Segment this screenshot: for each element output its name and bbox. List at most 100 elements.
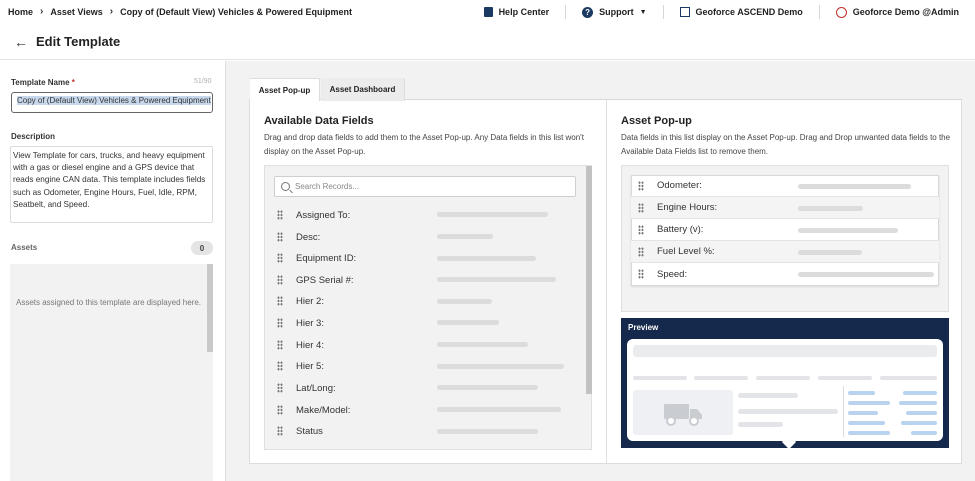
field-label: Hier 3: xyxy=(296,317,324,329)
field-label: Fuel Level %: xyxy=(657,246,715,257)
placeholder-bar xyxy=(437,212,548,217)
assets-label: Assets xyxy=(11,243,38,252)
preview-field-bar xyxy=(848,421,885,425)
tab-asset-popup[interactable]: Asset Pop-up xyxy=(250,78,320,101)
available-field-row[interactable]: Hier 2: xyxy=(277,293,324,309)
drag-handle-icon[interactable] xyxy=(277,232,283,242)
drag-handle-icon[interactable] xyxy=(277,210,283,220)
popup-fields-description: Data fields in this list display on the … xyxy=(621,133,951,156)
drag-handle-icon[interactable] xyxy=(277,361,283,371)
drag-handle-icon[interactable] xyxy=(277,275,283,285)
support-menu[interactable]: ? Support ▼ xyxy=(565,5,662,19)
preview-tab-bar xyxy=(694,376,748,380)
user-menu[interactable]: Geoforce Demo @Admin xyxy=(818,5,975,19)
drag-handle-icon[interactable] xyxy=(277,383,283,393)
org-label: Geoforce ASCEND Demo xyxy=(695,7,803,17)
preview-tab-bar xyxy=(756,376,810,380)
preview-tab-bar xyxy=(880,376,937,380)
popup-field-row[interactable]: Fuel Level %: xyxy=(631,241,939,263)
available-field-row[interactable]: Lat/Long: xyxy=(277,380,336,396)
placeholder-bar xyxy=(437,256,536,261)
breadcrumb: Home › Asset Views › Copy of (Default Vi… xyxy=(8,6,352,17)
placeholder-bar xyxy=(437,385,538,390)
drag-handle-icon[interactable] xyxy=(638,269,644,279)
preview-field-bar xyxy=(899,401,937,405)
drag-handle-icon[interactable] xyxy=(638,202,644,213)
org-switcher[interactable]: Geoforce ASCEND Demo xyxy=(662,5,819,19)
column-divider xyxy=(606,100,607,464)
available-field-row[interactable]: Equipment ID: xyxy=(277,250,356,266)
template-name-input[interactable]: Copy of (Default View) Vehicles & Powere… xyxy=(11,92,213,113)
drag-handle-icon[interactable] xyxy=(277,405,283,415)
field-label: Engine Hours: xyxy=(657,202,718,213)
placeholder-bar xyxy=(437,277,556,282)
field-label: Speed: xyxy=(657,268,688,280)
preview-field-bar xyxy=(848,391,875,395)
preview-text-bar xyxy=(738,393,798,398)
drag-handle-icon[interactable] xyxy=(277,340,283,350)
field-label: Odometer: xyxy=(657,180,702,191)
drag-handle-icon[interactable] xyxy=(638,246,644,257)
placeholder-bar xyxy=(437,364,564,369)
truck-icon xyxy=(664,404,702,426)
field-label: Make/Model: xyxy=(296,404,351,416)
preview-text-bar xyxy=(738,422,783,427)
field-label: GPS Serial #: xyxy=(296,274,354,286)
drag-handle-icon[interactable] xyxy=(638,224,644,235)
available-field-row[interactable]: Hier 5: xyxy=(277,358,324,374)
drag-handle-icon[interactable] xyxy=(277,318,283,328)
placeholder-bar xyxy=(437,342,528,347)
preview-separator xyxy=(843,386,844,437)
available-field-row[interactable]: GPS Serial #: xyxy=(277,272,354,288)
user-label: Geoforce Demo @Admin xyxy=(852,7,959,17)
popup-field-row[interactable]: Engine Hours: xyxy=(631,197,939,219)
drag-handle-icon[interactable] xyxy=(277,253,283,263)
field-label: Hier 5: xyxy=(296,360,324,372)
preview-tab-bar xyxy=(633,376,687,380)
available-field-row[interactable]: Desc: xyxy=(277,229,320,245)
user-icon xyxy=(835,6,847,18)
preview-header-bar xyxy=(633,345,937,357)
field-label: Hier 2: xyxy=(296,295,324,307)
breadcrumb-asset-views[interactable]: Asset Views xyxy=(50,7,102,17)
preview-field-bar xyxy=(911,431,937,435)
available-field-row[interactable]: Assigned To: xyxy=(277,207,350,223)
available-field-row[interactable]: Hier 4: xyxy=(277,337,324,353)
tab-asset-dashboard[interactable]: Asset Dashboard xyxy=(321,78,405,101)
preview-field-bar xyxy=(901,421,937,425)
assets-scrollbar[interactable] xyxy=(207,264,213,352)
preview-field-bar xyxy=(903,391,937,395)
description-textarea[interactable]: View Template for cars, trucks, and heav… xyxy=(10,146,213,223)
preview-text-bar xyxy=(738,409,838,414)
preview-field-bar xyxy=(906,411,937,415)
breadcrumb-current: Copy of (Default View) Vehicles & Powere… xyxy=(120,6,352,17)
top-bar: Home › Asset Views › Copy of (Default Vi… xyxy=(0,0,975,24)
placeholder-bar xyxy=(437,429,538,434)
back-arrow-icon[interactable]: ← xyxy=(14,34,28,50)
drag-handle-icon[interactable] xyxy=(638,180,644,191)
available-fields-title: Available Data Fields xyxy=(264,115,374,127)
template-name-value: Copy of (Default View) Vehicles & Powere… xyxy=(17,96,211,105)
preview-field-bar xyxy=(848,401,890,405)
question-icon: ? xyxy=(582,6,594,18)
preview-tab-bar xyxy=(818,376,872,380)
placeholder-bar xyxy=(437,234,493,239)
available-field-row[interactable]: Hier 3: xyxy=(277,315,324,331)
available-field-row[interactable]: Make/Model: xyxy=(277,402,350,418)
drag-handle-icon[interactable] xyxy=(277,296,283,306)
placeholder-bar xyxy=(798,206,863,211)
chevron-right-icon: › xyxy=(109,6,114,17)
required-mark: * xyxy=(71,78,75,87)
search-input[interactable]: Search Records... xyxy=(274,176,576,197)
placeholder-bar xyxy=(798,184,911,189)
description-label: Description xyxy=(11,132,56,141)
available-field-row[interactable]: Status xyxy=(277,423,323,439)
help-center-link[interactable]: Help Center xyxy=(468,5,566,19)
available-fields-description: Drag and drop data fields to add them to… xyxy=(264,133,584,156)
available-fields-scrollbar[interactable] xyxy=(586,166,592,394)
field-label: Battery (v): xyxy=(657,224,704,235)
drag-handle-icon[interactable] xyxy=(277,426,283,436)
template-name-label: Template Name * xyxy=(11,78,75,87)
breadcrumb-home[interactable]: Home xyxy=(8,7,33,17)
caret-down-icon: ▼ xyxy=(639,8,647,16)
